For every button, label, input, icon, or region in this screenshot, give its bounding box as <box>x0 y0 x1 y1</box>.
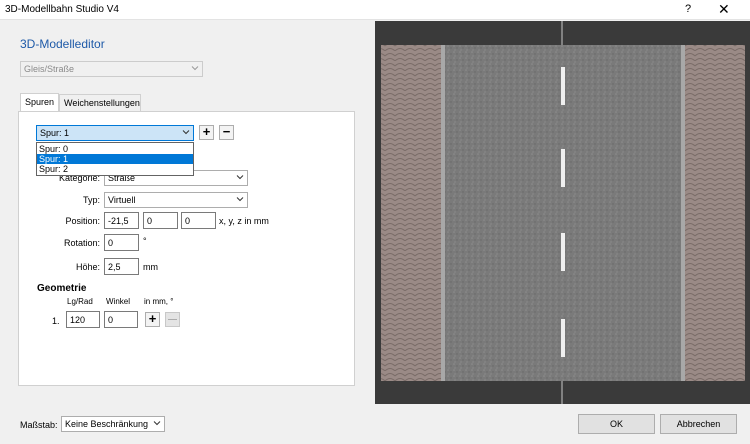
road-preview-graphic <box>375 21 750 405</box>
position-y-value: 0 <box>147 216 153 226</box>
chevron-down-icon <box>153 421 161 426</box>
help-button[interactable]: ? <box>685 3 691 15</box>
spur-option[interactable]: Spur: 0 <box>37 144 193 154</box>
spur-option-selected[interactable]: Spur: 1 <box>37 154 193 164</box>
editor-heading: 3D-Modelleditor <box>20 37 105 51</box>
massstab-label: Maßstab: <box>20 420 58 430</box>
lane-marking <box>561 149 565 187</box>
remove-geometrie-button[interactable]: — <box>165 312 180 327</box>
geometrie-row-index: 1. <box>52 316 60 326</box>
typ-value: Virtuell <box>108 195 136 205</box>
geometrie-lg-field[interactable]: 120 <box>66 311 100 328</box>
add-geometrie-button[interactable]: + <box>145 312 160 327</box>
spur-select-value: Spur: 1 <box>40 128 70 138</box>
ok-button[interactable]: OK <box>578 414 655 434</box>
chevron-down-icon <box>191 66 199 71</box>
rotation-field[interactable]: 0 <box>104 234 139 251</box>
left-curb <box>441 45 445 381</box>
geometrie-lg-value: 120 <box>70 315 86 325</box>
left-sidewalk <box>381 45 441 381</box>
chevron-down-icon <box>182 130 190 135</box>
spur-option[interactable]: Spur: 2 <box>37 164 193 174</box>
cancel-button[interactable]: Abbrechen <box>660 414 737 434</box>
geometrie-col-winkel: Winkel <box>106 297 131 306</box>
add-spur-button[interactable]: + <box>199 125 214 140</box>
position-unit: x, y, z in mm <box>219 216 269 226</box>
geometrie-col-lg: Lg/Rad <box>67 297 93 306</box>
position-z-field[interactable]: 0 <box>181 212 216 229</box>
lane-marking <box>561 233 565 271</box>
window-title: 3D-Modellbahn Studio V4 <box>5 4 119 15</box>
chevron-down-icon <box>236 197 244 202</box>
position-y-field[interactable]: 0 <box>143 212 178 229</box>
massstab-value: Keine Beschränkung <box>65 419 149 429</box>
position-x-field[interactable]: -21,5 <box>104 212 139 229</box>
model-type-select[interactable]: Gleis/Straße <box>20 61 203 77</box>
hoehe-value: 2,5 <box>108 262 121 272</box>
close-button[interactable]: ✕ <box>718 1 730 18</box>
tab-spuren[interactable]: Spuren <box>20 93 59 111</box>
title-bar: 3D-Modellbahn Studio V4 ? ✕ <box>0 0 750 20</box>
typ-label: Typ: <box>82 195 100 205</box>
rotation-label: Rotation: <box>63 238 100 248</box>
geometrie-winkel-value: 0 <box>108 315 114 325</box>
right-sidewalk <box>685 45 745 381</box>
tab-weichenstellungen[interactable]: Weichenstellungen <box>59 94 141 111</box>
chevron-down-icon <box>236 175 244 180</box>
position-x-value: -21,5 <box>108 216 129 226</box>
spur-select[interactable]: Spur: 1 <box>36 125 194 141</box>
model-type-value: Gleis/Straße <box>24 64 75 74</box>
right-curb <box>681 45 685 381</box>
hoehe-unit: mm <box>143 262 158 272</box>
position-label: Position: <box>65 216 100 226</box>
typ-select[interactable]: Virtuell <box>104 192 248 208</box>
geometrie-heading: Geometrie <box>37 283 87 294</box>
geometrie-col-unit: in mm, ° <box>144 297 174 306</box>
hoehe-label: Höhe: <box>75 262 100 272</box>
3d-preview[interactable] <box>375 21 750 405</box>
tab-weichenstellungen-label: Weichenstellungen <box>64 98 140 108</box>
hoehe-field[interactable]: 2,5 <box>104 258 139 275</box>
position-z-value: 0 <box>185 216 191 226</box>
rotation-unit: ° <box>143 236 147 246</box>
tab-spuren-label: Spuren <box>25 97 55 107</box>
lane-marking <box>561 67 565 105</box>
massstab-select[interactable]: Keine Beschränkung <box>61 416 165 432</box>
geometrie-winkel-field[interactable]: 0 <box>104 311 138 328</box>
rotation-value: 0 <box>108 238 114 248</box>
lane-marking <box>561 319 565 357</box>
spur-dropdown-list: Spur: 0 Spur: 1 Spur: 2 <box>36 142 194 176</box>
remove-spur-button[interactable]: − <box>219 125 234 140</box>
